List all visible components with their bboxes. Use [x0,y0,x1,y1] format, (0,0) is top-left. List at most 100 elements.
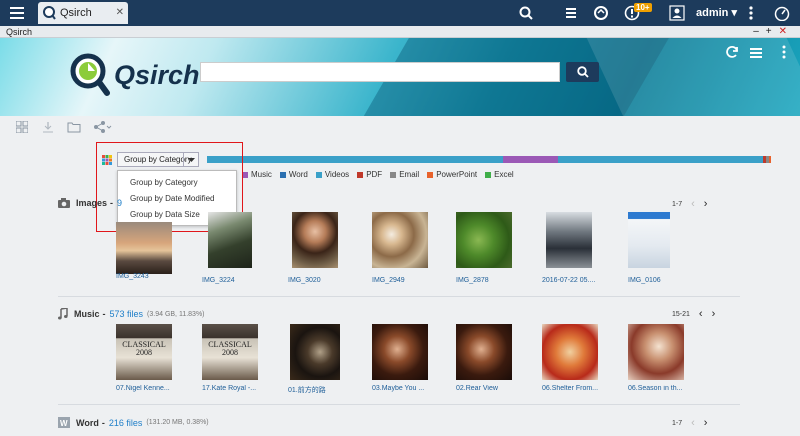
album-cover [290,324,340,380]
tab-label: Qsirch [60,7,92,19]
legend-swatch [485,171,492,178]
sync-icon[interactable] [591,4,611,22]
music-meta: (3.94 GB, 11.83%) [147,310,205,318]
album-title-text: CLASSICAL 2008 [208,340,252,357]
images-title: Images [76,198,108,208]
logo-text: Qsirch [114,59,200,90]
image-label: IMG_3224 [202,277,235,284]
window-title: Qsirch [6,27,33,37]
banner-more-icon[interactable] [775,43,793,61]
prev-page-icon[interactable]: ‹ [691,417,695,429]
camera-icon [58,198,70,208]
music-title: Music [74,309,100,319]
legend-swatch [427,171,434,178]
album-cover [628,324,684,380]
images-section: Images - 9 1-7 ‹ › IMG_3243 IMG_3224 IMG… [0,198,800,294]
legend-item: Music [242,170,272,179]
word-count[interactable]: 216 files [109,418,143,428]
tab-close-icon[interactable]: ✕ [116,7,124,18]
prev-page-icon[interactable]: ‹ [691,198,695,210]
word-title: Word [76,417,99,428]
music-label: 06.Shelter From... [542,385,599,392]
user-name: admin [696,7,729,19]
music-note-icon [58,308,68,320]
user-avatar-icon[interactable] [667,4,687,22]
legend-label: Music [251,170,272,179]
maximize-icon[interactable]: + [766,26,779,37]
open-folder-icon[interactable] [64,117,84,137]
search-banner: Qsirch [0,38,800,116]
main-menu-button[interactable] [0,0,34,26]
qsirch-logo: Qsirch [70,53,200,97]
toolbar [0,116,800,138]
album-cover: CLASSICAL 2008 [116,324,172,380]
task-list-icon[interactable] [747,43,765,61]
images-page-range: 1-7 [672,200,683,208]
legend-label: Videos [324,170,350,179]
legend-swatch [279,171,286,178]
music-label: 01.前方的路 [288,387,326,394]
image-thumbnail [372,212,428,268]
image-label: IMG_3243 [116,273,149,280]
music-label: 07.Nigel Kenne... [116,385,170,392]
dashboard-icon[interactable] [772,4,792,22]
legend-item: Excel [485,170,514,179]
storage-legend: sMusicWordVideosPDFEmailPowerPointExcel [230,170,522,179]
album-cover [542,324,598,380]
word-page-range: 1-7 [672,419,683,427]
images-pager: 1-7 ‹ › [672,198,707,210]
download-icon[interactable] [38,117,58,137]
music-label: 06.Season in th... [628,385,683,392]
share-icon[interactable] [90,117,116,137]
view-mode-icon[interactable] [12,117,32,137]
image-label: IMG_2949 [372,277,405,284]
legend-label: PDF [366,170,383,179]
legend-swatch [315,171,322,178]
image-thumbnail [116,222,172,274]
album-cover [372,324,428,380]
music-count[interactable]: 573 files [110,309,144,319]
close-window-icon[interactable]: ✕ [779,26,794,37]
section-divider [58,296,740,297]
word-doc-icon: W [58,417,70,428]
music-label: 03.Maybe You ... [372,385,425,392]
window-title-bar: Qsirch –+✕ [0,26,800,38]
search-icon[interactable] [516,4,536,22]
minimize-icon[interactable]: – [753,26,766,37]
image-thumbnail [208,212,252,268]
storage-segment [557,156,649,163]
storage-segment [207,156,504,163]
images-count[interactable]: 9 [117,198,122,208]
image-label: IMG_2878 [456,277,489,284]
top-bar: Qsirch ✕ 10+ admin ▾ [0,0,800,26]
next-page-icon[interactable]: › [712,308,716,320]
user-menu[interactable]: admin ▾ [696,6,737,19]
search-input[interactable] [200,62,560,82]
tab-qsirch[interactable]: Qsirch ✕ [38,2,128,24]
hamburger-icon [10,7,24,19]
prev-page-icon[interactable]: ‹ [699,308,703,320]
word-section: W Word - 216 files (131.20 MB, 0.38%) 1-… [58,417,708,429]
image-thumbnail [456,212,512,268]
album-cover: CLASSICAL 2008 [202,324,258,380]
music-page-range: 15-21 [672,310,690,318]
search-button[interactable] [566,62,599,82]
legend-swatch [357,171,364,178]
refresh-icon[interactable] [723,43,741,61]
music-section: Music - 573 files (3.94 GB, 11.83%) 15-2… [0,308,800,402]
background-tasks-icon[interactable] [561,4,581,22]
notification-badge: 10+ [634,3,652,12]
image-label: 2016-07-22 05.... [542,277,596,284]
next-page-icon[interactable]: › [704,198,708,210]
image-label: IMG_3020 [288,277,321,284]
legend-label: Word [288,170,308,179]
storage-segment [503,156,558,163]
search-icon [576,66,589,78]
image-label: IMG_0106 [628,277,661,284]
more-options-icon[interactable] [741,4,761,22]
music-pager: 15-21 ‹ › [672,308,715,320]
word-meta: (131.20 MB, 0.38%) [146,419,209,426]
legend-label: Excel [494,170,514,179]
next-page-icon[interactable]: › [704,417,708,429]
section-divider [58,404,740,405]
